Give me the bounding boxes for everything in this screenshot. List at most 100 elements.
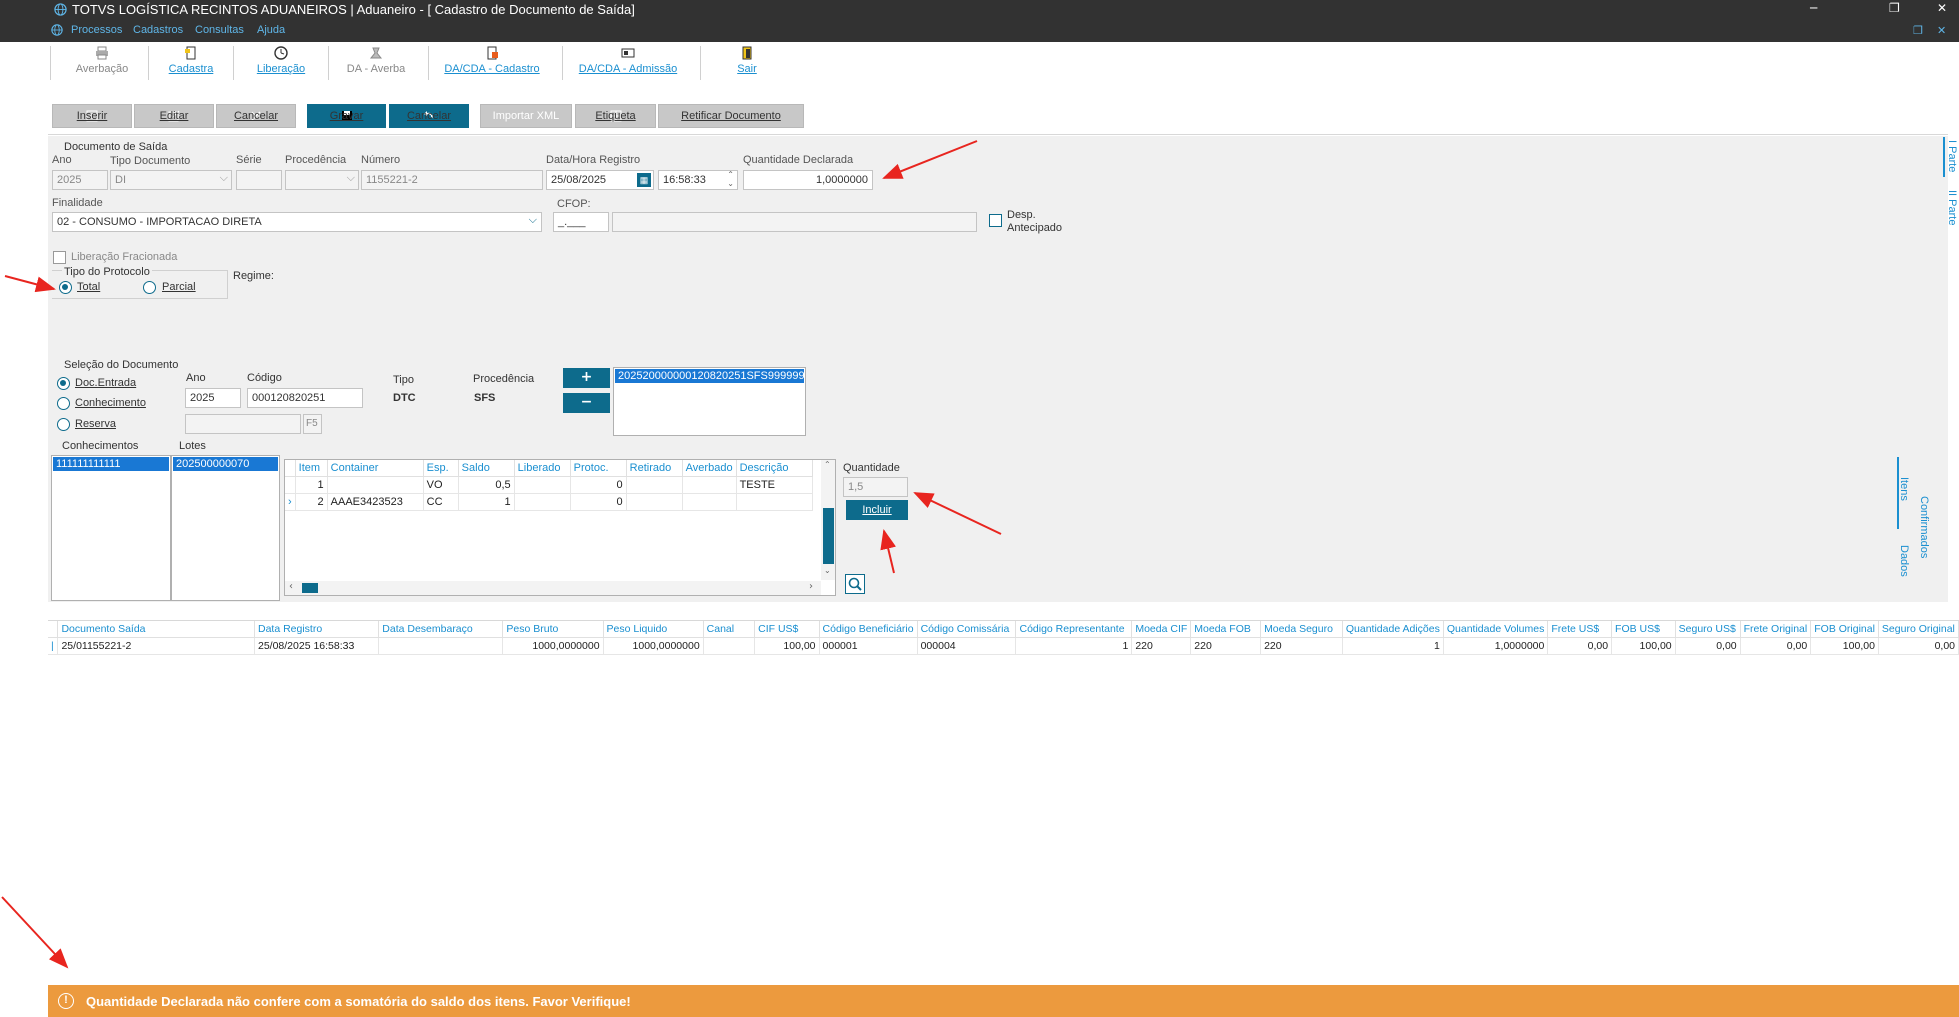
col-quantidade-volumes[interactable]: Quantidade Volumes (1443, 621, 1549, 638)
scroll-down-icon[interactable]: ⌄ (824, 566, 831, 575)
data-registro-field[interactable]: 25/08/2025 ▦ (546, 170, 654, 190)
tab-itens[interactable]: Itens (1898, 477, 1910, 501)
menu-ajuda[interactable]: Ajuda (257, 24, 285, 36)
cadastra-button[interactable]: Cadastra (164, 46, 218, 75)
col-frete-original[interactable]: Frete Original (1740, 621, 1812, 638)
col-seguro-original[interactable]: Seguro Original (1878, 621, 1959, 638)
col-averbado[interactable]: Averbado (682, 460, 737, 477)
da-averba-button[interactable]: DA - Averba (344, 46, 408, 75)
col-canal[interactable]: Canal (703, 621, 756, 638)
tab-i-parte[interactable]: I Parte (1946, 140, 1958, 172)
selected-documents-list[interactable]: 202520000000120820251SFS999999 (613, 367, 806, 436)
conhecimento-radio[interactable] (57, 397, 70, 410)
cancelar-disabled-button[interactable]: Cancelar (216, 104, 296, 128)
tab-dados[interactable]: Dados (1898, 545, 1910, 577)
list-item[interactable]: 202500000070 (173, 457, 278, 471)
list-item[interactable]: 202520000000120820251SFS999999 (615, 369, 805, 383)
scrollbar-thumb[interactable] (823, 508, 834, 564)
col-descricao[interactable]: Descrição (736, 460, 813, 477)
liberacao-button[interactable]: Liberação (252, 46, 310, 75)
table-row[interactable]: | 25/01155221-2 25/08/2025 16:58:33 1000… (48, 637, 1959, 655)
col-peso-bruto[interactable]: Peso Bruto (502, 621, 604, 638)
menu-processos[interactable]: Processos (71, 24, 122, 36)
hora-registro-field[interactable]: 16:58:33 ⌃ ⌄ (658, 170, 738, 190)
col-item[interactable]: Item (295, 460, 328, 477)
desp-antecipado-checkbox[interactable] (989, 214, 1002, 227)
menu-cadastros[interactable]: Cadastros (133, 24, 183, 36)
col-codigo-comissaria[interactable]: Código Comissária (917, 621, 1017, 638)
finalidade-select[interactable]: 02 - CONSUMO - IMPORTACAO DIRETA ⌵ (52, 212, 542, 232)
col-protoc[interactable]: Protoc. (570, 460, 627, 477)
scroll-left-icon[interactable]: ‹ (289, 581, 293, 592)
add-document-button[interactable]: + (563, 368, 610, 388)
da-cda-admissao-button[interactable]: DA/CDA - Admissão (578, 46, 678, 75)
incluir-button[interactable]: Incluir (846, 500, 908, 520)
etiqueta-button[interactable]: Etiqueta (575, 104, 656, 128)
gravar-button[interactable]: Gravar (307, 104, 386, 128)
importar-xml-button[interactable]: Importar XML (480, 104, 572, 128)
col-retirado[interactable]: Retirado (626, 460, 683, 477)
col-moeda-fob[interactable]: Moeda FOB (1190, 621, 1262, 638)
protocolo-total-radio[interactable] (59, 281, 72, 294)
retificar-documento-button[interactable]: Retificar Documento (658, 104, 804, 128)
averbacao-button[interactable]: Averbação (74, 46, 130, 75)
col-saldo[interactable]: Saldo (458, 460, 515, 477)
col-container[interactable]: Container (327, 460, 424, 477)
horizontal-scrollbar[interactable]: ‹ › (285, 581, 821, 595)
liberacao-fracionada-checkbox[interactable] (53, 251, 66, 264)
spinner-icon[interactable]: ⌃ ⌄ (727, 171, 734, 188)
col-fob-original[interactable]: FOB Original (1810, 621, 1879, 638)
menu-consultas[interactable]: Consultas (195, 24, 244, 36)
scroll-up-icon[interactable]: ⌃ (824, 460, 831, 469)
documents-grid[interactable]: Documento Saída Data Registro Data Desem… (48, 620, 1959, 658)
col-data-registro[interactable]: Data Registro (254, 621, 380, 638)
minimize-button[interactable]: ─ (1810, 1, 1817, 15)
col-codigo-beneficiario[interactable]: Código Beneficiário (819, 621, 918, 638)
sair-button[interactable]: Sair (730, 46, 764, 75)
reserva-radio[interactable] (57, 418, 70, 431)
col-seguro[interactable]: Seguro US$ (1675, 621, 1741, 638)
cfop-field[interactable]: _.___ (553, 212, 609, 232)
lotes-list[interactable]: 202500000070 (171, 455, 280, 601)
vertical-scrollbar[interactable]: ⌃ ⌄ (821, 460, 835, 580)
doc-entrada-radio[interactable] (57, 377, 70, 390)
table-row[interactable]: › 2 AAAE3423523 CC 1 0 (285, 493, 813, 511)
table-row[interactable]: 1 VO 0,5 0 TESTE (285, 476, 813, 494)
quantidade-field[interactable]: 1,5 (843, 477, 908, 497)
remove-document-button[interactable]: − (563, 393, 610, 413)
tab-ii-parte[interactable]: II Parte (1946, 190, 1958, 225)
quantidade-declarada-field[interactable]: 1,0000000 (743, 170, 873, 190)
col-fob[interactable]: FOB US$ (1611, 621, 1676, 638)
col-moeda-cif[interactable]: Moeda CIF (1131, 621, 1192, 638)
restore-button[interactable]: ❐ (1889, 1, 1900, 15)
search-button[interactable] (845, 574, 865, 594)
col-moeda-seguro[interactable]: Moeda Seguro (1260, 621, 1343, 638)
col-liberado[interactable]: Liberado (514, 460, 571, 477)
close-button[interactable]: ✕ (1937, 1, 1947, 15)
col-esp[interactable]: Esp. (423, 460, 459, 477)
col-quantidade-adicoes[interactable]: Quantidade Adições (1342, 621, 1444, 638)
protocolo-parcial-radio[interactable] (143, 281, 156, 294)
procedencia-select[interactable]: ⌵ (285, 170, 359, 190)
items-grid[interactable]: Item Container Esp. Saldo Liberado Proto… (284, 459, 836, 596)
cancelar-button[interactable]: Cancelar (389, 104, 469, 128)
col-frete[interactable]: Frete US$ (1547, 621, 1613, 638)
ano-field[interactable]: 2025 (52, 170, 108, 190)
numero-field[interactable]: 1155221-2 (361, 170, 543, 190)
col-documento-saida[interactable]: Documento Saída (57, 621, 255, 638)
close-child-icon[interactable]: ✕ (1937, 24, 1946, 37)
conhecimentos-list[interactable]: 111111111111 (51, 455, 171, 601)
calendar-icon[interactable]: ▦ (637, 173, 651, 187)
serie-field[interactable] (236, 170, 282, 190)
list-item[interactable]: 111111111111 (53, 457, 169, 471)
col-data-desembaraco[interactable]: Data Desembaraço (378, 621, 504, 638)
scrollbar-thumb[interactable] (302, 583, 318, 593)
selecao-codigo-field[interactable]: 000120820251 (247, 388, 363, 408)
da-cda-cadastro-button[interactable]: DA/CDA - Cadastro (444, 46, 540, 75)
editar-button[interactable]: Editar (134, 104, 214, 128)
col-peso-liquido[interactable]: Peso Liquido (603, 621, 704, 638)
inserir-button[interactable]: Inserir (52, 104, 132, 128)
restore-child-icon[interactable]: ❐ (1913, 24, 1923, 37)
f5-button[interactable]: F5 (303, 414, 322, 434)
tipo-documento-select[interactable]: DI ⌵ (110, 170, 232, 190)
